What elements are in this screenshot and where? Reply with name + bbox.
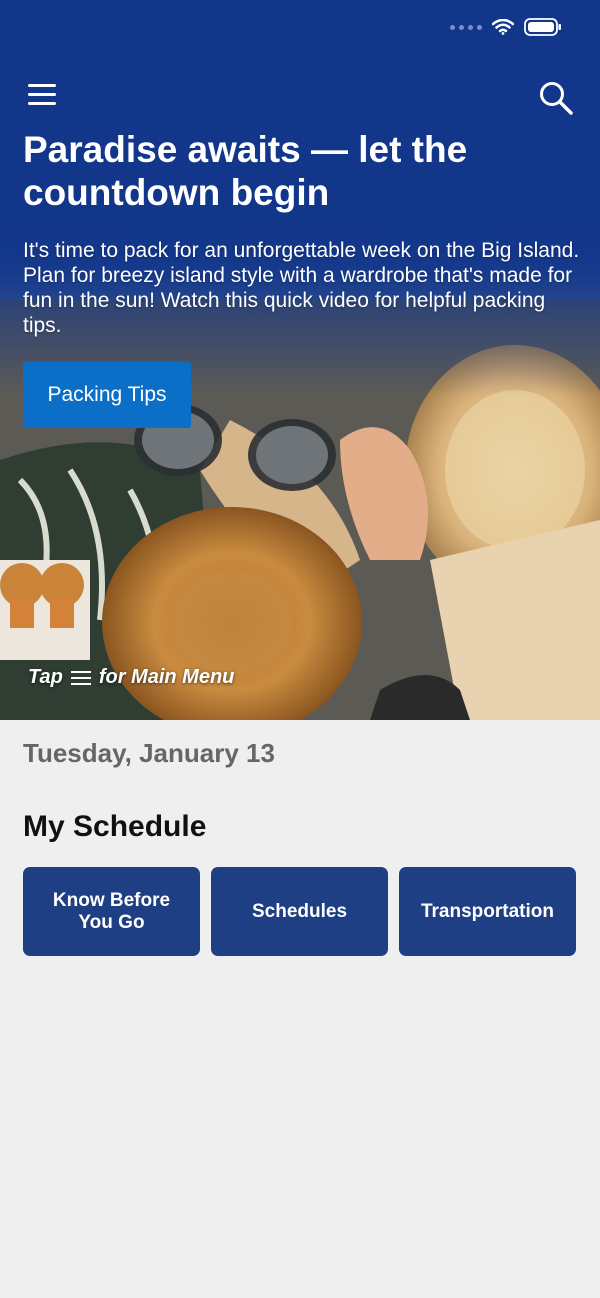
hero-description: It's time to pack for an unforgettable w… [23, 239, 580, 337]
schedule-tiles: Know Before You Go Schedules Transportat… [23, 867, 576, 956]
status-bar [450, 18, 562, 36]
hero-photo [0, 0, 600, 720]
schedule-heading: My Schedule [23, 810, 207, 843]
transportation-button[interactable]: Transportation [399, 867, 576, 956]
current-date: Tuesday, January 13 [23, 738, 275, 768]
search-icon[interactable] [538, 80, 574, 116]
schedules-button[interactable]: Schedules [211, 867, 388, 956]
wifi-icon [492, 19, 514, 35]
know-before-you-go-button[interactable]: Know Before You Go [23, 867, 200, 956]
packing-tips-button[interactable]: Packing Tips [23, 362, 191, 428]
signal-icon [450, 24, 482, 30]
hero-banner: Paradise awaits — let the countdown begi… [0, 0, 600, 720]
battery-icon [524, 18, 561, 36]
tap-hint-prefix: Tap [28, 666, 63, 688]
main-menu-hint: Tap for Main Menu [28, 666, 234, 689]
hero-title: Paradise awaits — let the countdown begi… [23, 129, 468, 213]
hamburger-menu-icon[interactable] [28, 84, 56, 108]
tap-hint-suffix: for Main Menu [98, 666, 235, 688]
hamburger-hint-icon [70, 670, 91, 685]
